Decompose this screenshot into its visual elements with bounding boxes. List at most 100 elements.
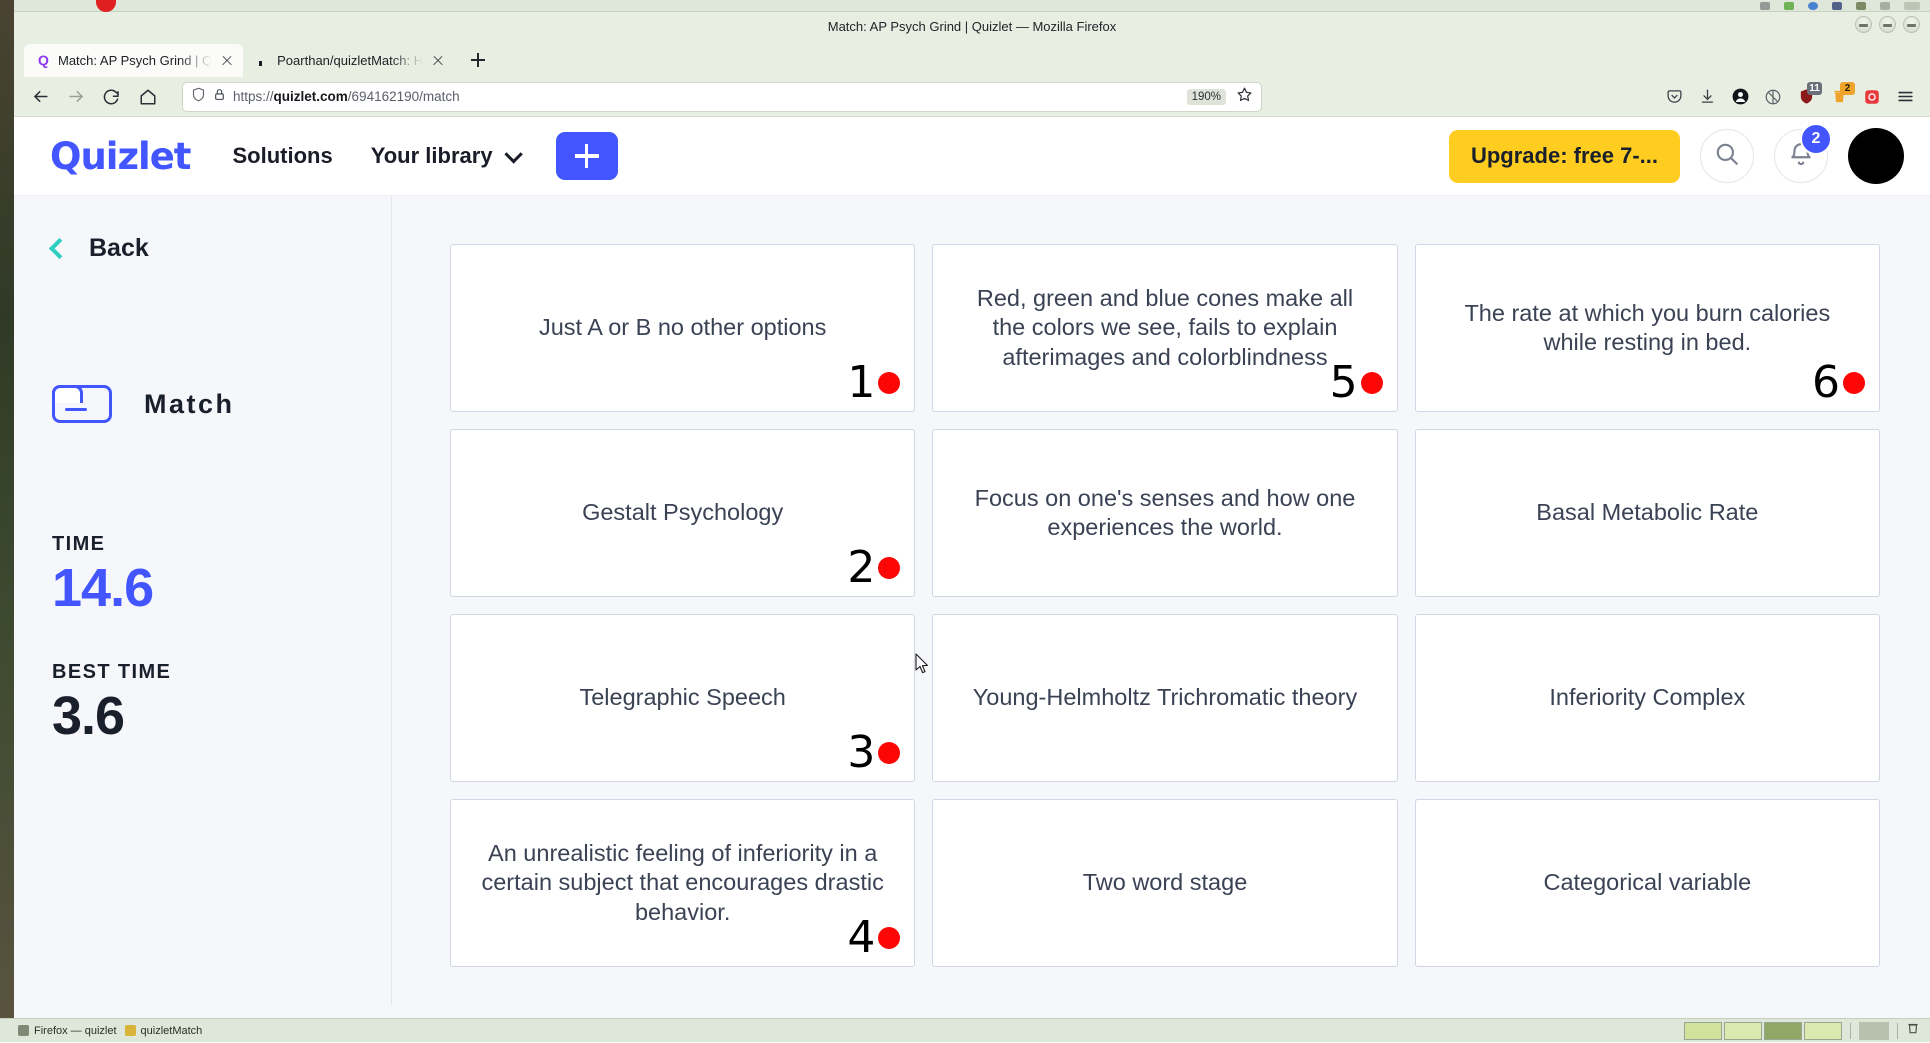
annotation-number: 3 (847, 731, 875, 775)
annotation-marker-1: 1 (847, 361, 900, 405)
home-icon[interactable] (132, 81, 164, 113)
taskbar-right-group (1684, 1019, 1930, 1043)
lock-icon[interactable] (213, 88, 226, 106)
close-tab-icon[interactable] (430, 53, 446, 69)
pocket-icon[interactable] (1659, 82, 1689, 112)
taskbar-item-label: quizletMatch (141, 1025, 203, 1037)
tray-leaf-icon (1784, 2, 1794, 10)
annotation-dot-icon (878, 927, 900, 949)
extension-icon[interactable] (1758, 82, 1788, 112)
browser-tab-github[interactable]: Poarthan/quizletMatch: H (243, 44, 454, 77)
annotation-dot-icon (878, 557, 900, 579)
downloads-icon[interactable] (1692, 82, 1722, 112)
back-arrow-icon[interactable] (24, 81, 56, 113)
match-cards-grid: Just A or B no other options 1 Red, gree… (450, 244, 1880, 967)
quizlet-site-header: Quizlet Solutions Your library Upgrade: … (14, 117, 1930, 196)
taskbar-window-list: Firefox — quizlet quizletMatch (18, 1025, 202, 1037)
match-card-text: Telegraphic Speech (579, 683, 785, 712)
address-bar[interactable]: https://quizlet.com/694162190/match 190% (182, 82, 1262, 112)
match-card[interactable]: Just A or B no other options 1 (450, 244, 915, 412)
close-tab-icon[interactable] (219, 53, 235, 69)
workspace-2[interactable] (1724, 1022, 1762, 1040)
trash-extension-icon[interactable]: 2 (1824, 82, 1854, 112)
stat-time-value: 14.6 (52, 560, 391, 617)
nav-your-library[interactable]: Your library (371, 143, 518, 169)
forward-arrow-icon[interactable] (60, 81, 92, 113)
editor-taskbar-icon (125, 1025, 136, 1036)
chevron-down-icon (504, 145, 522, 163)
match-card-text: An unrealistic feeling of inferiority in… (479, 839, 886, 927)
tab-label: Match: AP Psych Grind | Q (58, 53, 212, 68)
close-window-button[interactable] (1903, 16, 1920, 33)
record-icon[interactable] (1857, 82, 1887, 112)
stat-best-time-value: 3.6 (52, 688, 391, 745)
tab-label: Poarthan/quizletMatch: H (277, 53, 423, 68)
taskbar-item-label: Firefox — quizlet (34, 1025, 117, 1037)
mode-indicator: Match (52, 385, 391, 423)
match-card-text: Focus on one's senses and how one experi… (961, 484, 1368, 543)
match-card[interactable]: Gestalt Psychology 2 (450, 429, 915, 597)
taskbar-tray[interactable] (1859, 1022, 1889, 1040)
trash-icon[interactable] (1906, 1021, 1920, 1040)
match-card-icon (52, 385, 112, 423)
tray-box-icon (1856, 2, 1866, 10)
workspace-1[interactable] (1684, 1022, 1722, 1040)
tray-dot-icon (1760, 2, 1770, 10)
match-card[interactable]: Young-Helmholtz Trichromatic theory (932, 614, 1397, 782)
desktop-tray-icons (1760, 0, 1920, 12)
search-button[interactable] (1700, 129, 1754, 183)
upgrade-button[interactable]: Upgrade: free 7-... (1449, 130, 1680, 183)
ublock-badge: 11 (1807, 82, 1822, 95)
match-card[interactable]: Red, green and blue cones make all the c… (932, 244, 1397, 412)
workspace-3[interactable] (1764, 1022, 1802, 1040)
taskbar-item-quizletmatch[interactable]: quizletMatch (125, 1025, 203, 1037)
window-controls (1855, 16, 1920, 33)
match-card[interactable]: Categorical variable (1415, 799, 1880, 967)
annotation-marker-2: 2 (847, 546, 900, 590)
match-card[interactable]: Two word stage (932, 799, 1397, 967)
account-icon[interactable] (1725, 82, 1755, 112)
stat-time: TIME 14.6 (52, 533, 391, 617)
star-icon[interactable] (1236, 86, 1253, 108)
annotation-number: 6 (1812, 361, 1840, 405)
hamburger-menu-icon[interactable] (1890, 82, 1920, 112)
url-text: https://quizlet.com/694162190/match (233, 89, 1180, 104)
tray-check-icon (1808, 2, 1818, 10)
match-card[interactable]: Telegraphic Speech 3 (450, 614, 915, 782)
match-card-text: Gestalt Psychology (582, 498, 783, 527)
minimize-button[interactable] (1855, 16, 1872, 33)
reload-icon[interactable] (96, 81, 128, 113)
nav-solutions-label: Solutions (232, 143, 332, 169)
match-card[interactable]: Focus on one's senses and how one experi… (932, 429, 1397, 597)
match-card[interactable]: Inferiority Complex (1415, 614, 1880, 782)
match-card-text: The rate at which you burn calories whil… (1444, 299, 1851, 358)
quizlet-logo[interactable]: Quizlet (50, 135, 190, 178)
annotation-number: 1 (847, 361, 875, 405)
annotation-marker-3: 3 (847, 731, 900, 775)
annotation-number: 4 (847, 916, 875, 960)
new-tab-button[interactable] (464, 46, 492, 74)
match-card-text: Young-Helmholtz Trichromatic theory (973, 683, 1357, 712)
match-card[interactable]: Basal Metabolic Rate (1415, 429, 1880, 597)
back-label: Back (89, 234, 149, 263)
annotation-marker-6: 6 (1812, 361, 1865, 405)
notifications-button[interactable]: 2 (1774, 129, 1828, 183)
avatar[interactable] (1848, 128, 1904, 184)
browser-tab-quizlet[interactable]: Q Match: AP Psych Grind | Q (24, 44, 243, 77)
match-card[interactable]: An unrealistic feeling of inferiority in… (450, 799, 915, 967)
stat-time-label: TIME (52, 533, 391, 556)
create-button[interactable] (556, 132, 618, 180)
ublock-shield-icon[interactable]: 11 (1791, 82, 1821, 112)
match-card[interactable]: The rate at which you burn calories whil… (1415, 244, 1880, 412)
back-button[interactable]: Back (52, 234, 391, 263)
maximize-button[interactable] (1879, 16, 1896, 33)
shield-icon[interactable] (191, 87, 206, 107)
nav-solutions[interactable]: Solutions (232, 143, 332, 169)
workspace-4[interactable] (1804, 1022, 1842, 1040)
match-sidebar: Back Match TIME 14.6 BEST TIME 3.6 (14, 196, 392, 1005)
taskbar-item-firefox[interactable]: Firefox — quizlet (18, 1025, 117, 1037)
github-favicon-icon (255, 53, 270, 68)
chevron-left-icon (49, 238, 70, 259)
stat-best-time: BEST TIME 3.6 (52, 661, 391, 745)
zoom-level-badge[interactable]: 190% (1187, 89, 1226, 105)
